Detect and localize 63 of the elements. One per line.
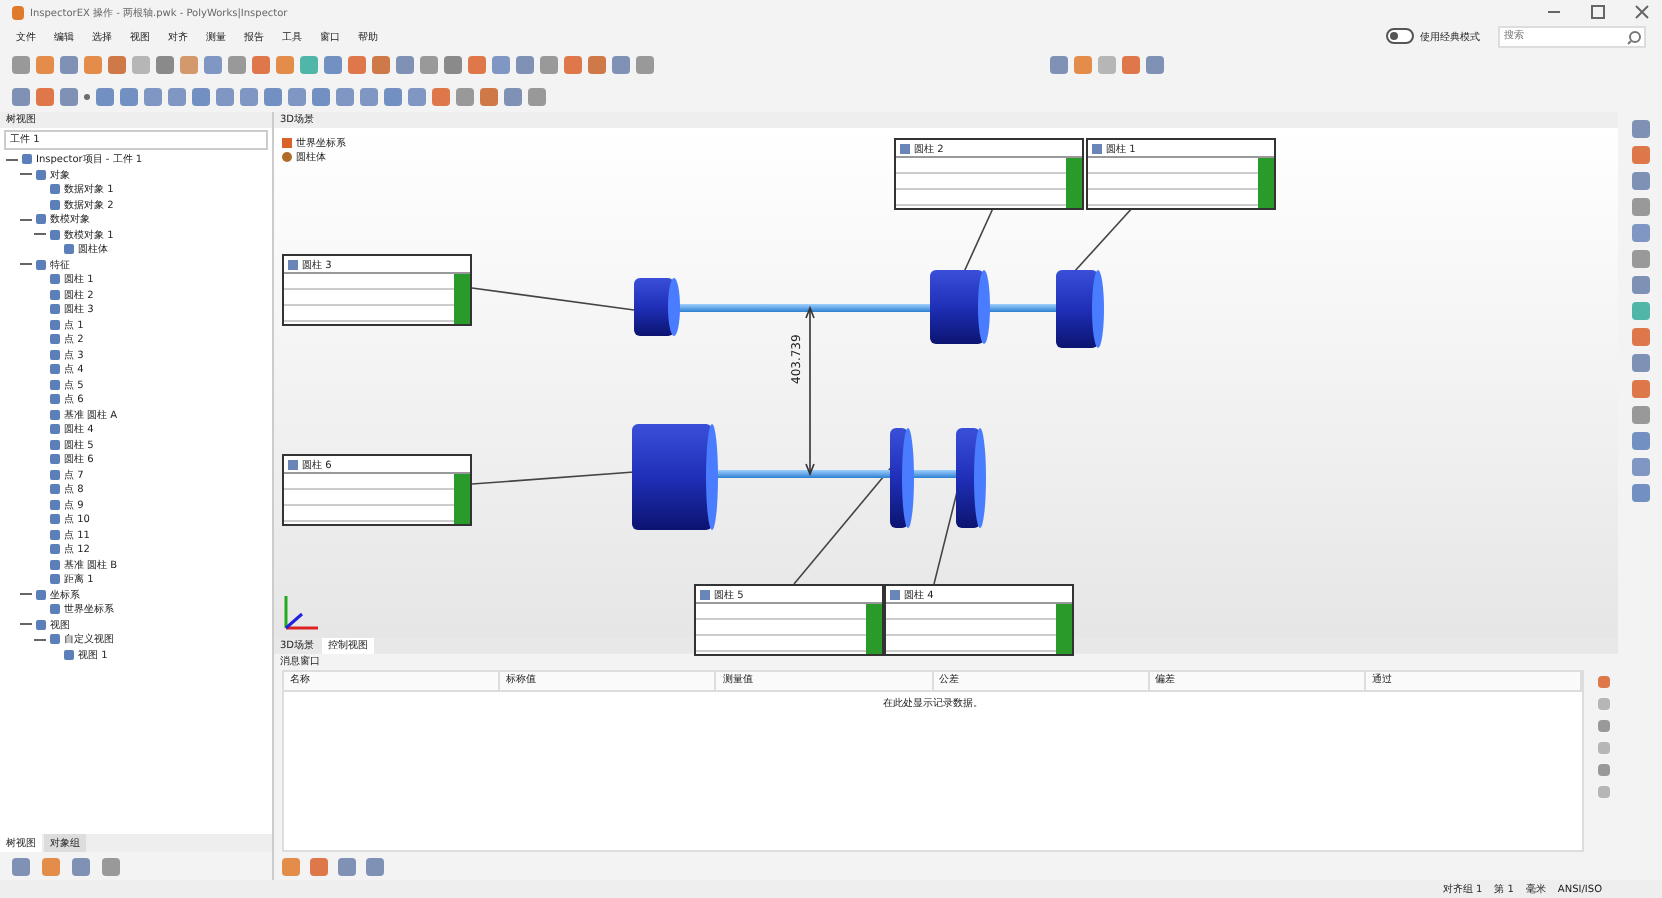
search-icon [1626,29,1642,45]
tree-node-icon [50,289,60,300]
cylinder-icon [1092,143,1102,153]
tree-node-icon [50,349,60,360]
tree-node-icon [50,604,60,615]
cylinder-drawing [930,270,990,344]
cylinder-drawing [1056,270,1104,348]
tree-node-icon [64,649,74,660]
tree-node-icon [50,184,60,195]
cylinder-drawing [890,428,914,528]
tree-node-icon [50,529,60,540]
cylinder-icon [900,143,910,153]
tree-node-icon [50,514,60,525]
cylinder-icon [700,589,710,599]
app-logo-icon [12,5,24,19]
tree-node-icon [64,244,74,255]
tree-node-icon [50,469,60,480]
tree-node-icon [50,379,60,390]
tree-node-icon [50,544,60,555]
tree-node-icon [36,169,46,180]
tree-node-icon [36,589,46,600]
tree-node-icon [50,199,60,210]
tree-node-icon [36,214,46,225]
tree-node-icon [36,619,46,630]
collapse-icon[interactable] [6,153,18,166]
cylinder-icon [890,589,900,599]
close-icon[interactable] [1634,4,1650,20]
collapse-icon[interactable] [34,633,46,646]
collapse-icon[interactable] [34,228,46,241]
tree-node-icon [50,319,60,330]
collapse-icon[interactable] [20,168,32,181]
tree-node-icon [22,154,32,165]
tree-node-icon [50,634,60,645]
tree-node-icon [50,274,60,285]
tree-node-icon [50,304,60,315]
tree-node-icon [50,424,60,435]
axis-triad-drawing [284,596,318,630]
collapse-icon[interactable] [20,213,32,226]
tree-node-icon [50,499,60,510]
tree-node-icon [50,439,60,450]
toggle-switch[interactable] [1386,28,1414,44]
collapse-icon[interactable] [20,258,32,271]
tree-node-icon [36,259,46,270]
cylinder-drawing [956,428,986,528]
leader-line [793,463,895,585]
tree-node-icon [50,454,60,465]
tree-node-icon [50,364,60,375]
cylinder-icon [288,459,298,469]
cylinder-drawing [632,424,718,530]
tree-node-icon [50,559,60,570]
tree-node-icon [50,574,60,585]
leader-line [963,205,995,273]
cylinder-drawing [634,278,680,336]
tree-node-icon [50,229,60,240]
cylinder-icon [288,259,298,269]
tree-node-icon [50,409,60,420]
collapse-icon[interactable] [20,618,32,631]
leader-line [1073,205,1135,273]
tree-node-icon [50,334,60,345]
collapse-icon[interactable] [20,588,32,601]
tree-node-icon [50,484,60,495]
maximize-icon[interactable] [1590,4,1606,20]
tree-node-icon [50,394,60,405]
